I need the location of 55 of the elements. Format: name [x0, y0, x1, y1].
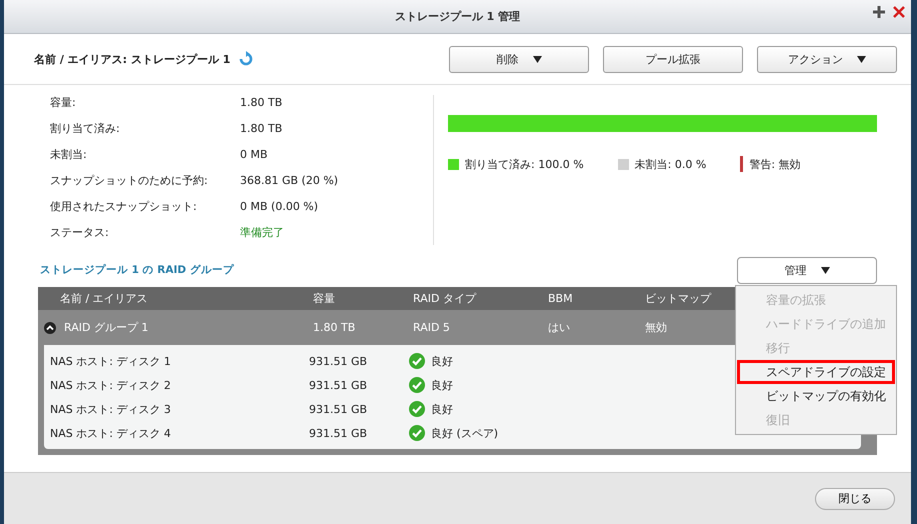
close-icon[interactable] [893, 6, 905, 18]
column-header: ビットマップ [645, 291, 712, 306]
table-cell: 良好 [431, 402, 453, 416]
pool-name: 名前 / エイリアス: ストレージプール 1 [34, 52, 230, 66]
add-icon[interactable] [873, 6, 885, 18]
info-value: 0 MB [240, 147, 269, 163]
info-value: 368.81 GB (20 %) [240, 173, 340, 189]
close-button[interactable]: 閉じる [815, 488, 895, 510]
table-cell-text: NAS ホスト: ディスク 1 [49, 354, 172, 368]
info-value: 準備完了 [240, 225, 285, 241]
info-value: 1.80 TB [240, 95, 284, 111]
table-cell-text: NAS ホスト: ディスク 2 [49, 378, 172, 392]
column-header: RAID タイプ [413, 291, 478, 306]
check-icon [409, 377, 425, 393]
column-header: 容量 [313, 291, 336, 306]
column-header: 名前 / エイリアス [59, 291, 149, 306]
table-cell: 良好 [431, 354, 453, 368]
info-value: 0 MB (0.00 %) [240, 199, 320, 215]
table-cell-text: NAS ホスト: ディスク 3 [49, 402, 172, 416]
column-header: BBM [548, 292, 574, 305]
check-icon [409, 353, 425, 369]
collapse-icon[interactable] [44, 322, 56, 334]
check-icon [409, 401, 425, 417]
manage-button[interactable]: 管理 [737, 256, 877, 284]
table-cell-text: 無効 [645, 320, 668, 335]
section-title: ストレージプール 1 の RAID グループ [40, 263, 234, 277]
info-label: スナップショットのために予約: [50, 173, 209, 189]
menu-item[interactable]: スペアドライブの設定 [737, 360, 895, 384]
toolbar-button[interactable]: アクション [757, 46, 897, 72]
table-cell: 良好 (スペア) [431, 426, 498, 440]
info-value: 1.80 TB [240, 121, 284, 137]
table-cell-text: 931.51 GB [309, 426, 368, 440]
legend-label: 割り当て済み: 100.0 % [465, 156, 584, 172]
table-cell-text: 1.80 TB [313, 321, 356, 334]
table-cell-text: 931.51 GB [309, 378, 368, 392]
table-cell-text: 931.51 GB [309, 402, 368, 416]
legend-label: 警告: 無効 [749, 156, 801, 172]
window-title: ストレージプール 1 管理 [394, 9, 520, 24]
table-cell-text: はい [548, 320, 571, 335]
table-cell: RAID グループ 1 [64, 320, 148, 335]
refresh-icon[interactable] [238, 51, 254, 67]
table-cell-text: NAS ホスト: ディスク 4 [49, 426, 172, 440]
info-label: 割り当て済み: [50, 121, 121, 137]
table-cell: 良好 [431, 378, 453, 392]
check-icon [409, 425, 425, 441]
info-label: 未割当: [50, 147, 88, 163]
table-cell-text: RAID 5 [413, 321, 451, 334]
legend-label: 未割当: 0.0 % [634, 156, 706, 172]
info-label: 容量: [50, 95, 77, 111]
toolbar-button[interactable]: プール拡張 [603, 46, 743, 72]
table-cell-text: 931.51 GB [309, 354, 368, 368]
info-label: 使用されたスナップショット: [50, 199, 198, 215]
menu-item[interactable]: ビットマップの有効化 [737, 384, 895, 408]
toolbar-button[interactable]: 削除 [449, 46, 589, 72]
info-label: ステータス: [50, 225, 110, 241]
